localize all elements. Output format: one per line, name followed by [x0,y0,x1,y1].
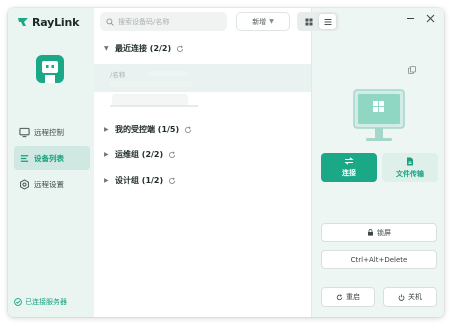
refresh-icon[interactable] [176,45,184,53]
device-item[interactable]: /名称 [94,64,311,92]
restart-label: 重启 [346,293,360,301]
close-icon [426,14,434,22]
search-box[interactable] [100,12,227,31]
shutdown-label: 关机 [408,293,422,301]
restart-icon [336,293,343,300]
restart-button[interactable]: 重启 [321,287,375,307]
sidebar-item-device-list[interactable]: 设备列表 [14,146,90,170]
sidebar-item-label: 设备列表 [34,153,64,163]
device-code-placeholder [146,71,190,76]
list-icon [20,154,29,162]
connect-button[interactable]: 连接 [321,153,377,182]
sidebar: RayLink 远程控制 设备列表 远程设置 已连接服务器 [8,8,94,317]
app-logo: RayLink [17,14,79,30]
app-name: RayLink [32,15,80,29]
group-my-controlled[interactable]: ▶ 我的受控端 (1/5) [104,124,192,135]
divider [110,105,198,107]
check-circle-icon [14,298,22,306]
group-design[interactable]: ▶ 设计组 (1/2) [104,175,176,186]
add-button[interactable]: 新增 ▼ [236,12,290,31]
group-label: 设计组 (1/2) [115,176,164,185]
ctrl-alt-delete-label: Ctrl+Alt+Delete [350,255,408,264]
computer-icon [353,89,405,141]
lock-icon [368,229,373,236]
group-label: 我的受控端 (1/5) [115,125,180,134]
device-item[interactable] [106,92,198,110]
ctrl-alt-delete-button[interactable]: Ctrl+Alt+Delete [321,250,437,269]
lock-screen-label: 锁屏 [377,228,391,237]
sidebar-item-remote-settings[interactable]: 远程设置 [14,172,90,196]
file-icon [407,157,413,165]
grid-icon [305,18,312,25]
list-view-button[interactable] [319,14,336,29]
chevron-right-icon: ▶ [104,126,109,133]
device-name: /名称 [110,71,126,79]
list-icon [324,18,331,25]
power-icon [398,293,405,301]
add-button-label: 新增 [252,17,267,26]
group-label: 运维组 (2/2) [115,150,164,159]
raylink-logo-icon [18,18,28,26]
sidebar-item-label: 远程控制 [34,127,64,137]
app-window: RayLink 远程控制 设备列表 远程设置 已连接服务器 搜索设备码/名称 新… [8,8,444,317]
group-ops[interactable]: ▶ 运维组 (2/2) [104,149,176,160]
grid-view-button[interactable] [300,14,317,29]
connection-status: 已连接服务器 [14,297,67,307]
group-label: 最近连接 (2/2) [115,44,172,53]
copy-icon[interactable] [408,66,416,74]
sidebar-item-remote-control[interactable]: 远程控制 [14,120,90,144]
group-recent[interactable]: ▼ 最近连接 (2/2) [104,43,184,54]
minimize-button[interactable] [404,12,416,24]
file-transfer-button[interactable]: 文件传输 [382,153,438,182]
chevron-down-icon: ▼ [269,18,274,25]
file-transfer-label: 文件传输 [396,169,424,178]
settings-icon [20,178,29,190]
connect-arrows-icon [344,157,354,165]
sidebar-item-label: 远程设置 [34,179,64,189]
minimize-icon [406,17,414,19]
chevron-down-icon: ▼ [104,45,109,52]
refresh-icon[interactable] [168,151,176,159]
device-detail-placeholder [110,81,192,87]
close-button[interactable] [424,12,436,24]
status-text: 已连接服务器 [25,298,67,306]
connect-label: 连接 [342,169,356,177]
chevron-right-icon: ▶ [104,177,109,184]
avatar[interactable] [33,52,67,86]
refresh-icon[interactable] [184,126,192,134]
sidebar-nav: 远程控制 设备列表 远程设置 [14,120,90,198]
search-icon [106,17,114,26]
lock-screen-button[interactable]: 锁屏 [321,223,437,242]
monitor-icon [19,127,30,137]
refresh-icon[interactable] [168,177,176,185]
shutdown-button[interactable]: 关机 [383,287,437,307]
view-toggle [297,12,339,31]
chevron-right-icon: ▶ [104,151,109,158]
device-list-panel: 新增 ▼ ▼ 最近连接 (2/2) /名称 ▶ 我的受控端 (1/5) [94,8,311,317]
search-input[interactable] [118,17,218,26]
